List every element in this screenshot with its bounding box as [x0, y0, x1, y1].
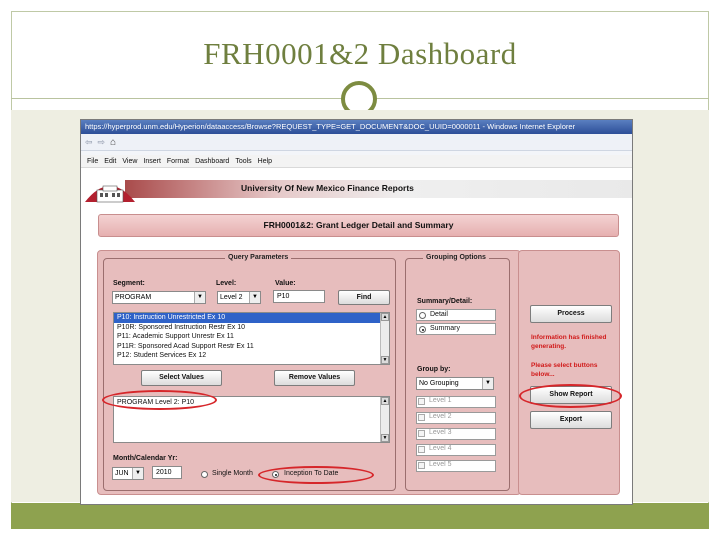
grouping-options-legend: Grouping Options — [423, 254, 489, 261]
level-3-label: Level 3 — [429, 429, 452, 436]
browser-navbar: ⇦ ⇨ ⌂ — [81, 134, 632, 151]
list-item[interactable]: P10R: Sponsored Instruction Restr Ex 10 — [114, 323, 389, 333]
grouping-options-group: Grouping Options — [405, 254, 510, 491]
group-by-label: Group by: — [417, 366, 451, 373]
level-2-checkbox[interactable] — [418, 414, 425, 421]
menu-view[interactable]: View — [122, 155, 137, 167]
find-button[interactable]: Find — [338, 290, 390, 305]
chevron-down-icon: ▼ — [482, 378, 493, 389]
slide-title: FRH0001&2 Dashboard — [203, 36, 517, 71]
level-1-option[interactable] — [416, 396, 496, 408]
single-month-label: Single Month — [212, 470, 253, 477]
level-4-option[interactable] — [416, 444, 496, 456]
values-listbox[interactable]: P10: Instruction Unrestricted Ex 10 P10R… — [113, 312, 390, 365]
unm-logo-icon — [85, 185, 135, 203]
listbox-scrollbar[interactable]: ▲ ▼ — [380, 313, 389, 364]
bottom-accent-bar — [11, 503, 709, 529]
annotation-oval-inception — [258, 466, 374, 484]
month-label: Month/Calendar Yr: — [113, 455, 178, 462]
scroll-down-icon[interactable]: ▼ — [381, 434, 389, 442]
level-4-label: Level 4 — [429, 445, 452, 452]
summary-detail-label: Summary/Detail: — [417, 298, 473, 305]
segment-label: Segment: — [113, 280, 145, 287]
level-5-checkbox[interactable] — [418, 462, 425, 469]
scroll-up-icon[interactable]: ▲ — [381, 397, 389, 405]
segment-value: PROGRAM — [115, 294, 152, 301]
annotation-oval-selected-value — [102, 390, 217, 410]
menu-bar: File Edit View Insert Format Dashboard T… — [81, 155, 632, 168]
menu-dashboard[interactable]: Dashboard — [195, 155, 229, 167]
chevron-down-icon: ▼ — [249, 292, 260, 303]
scroll-up-icon[interactable]: ▲ — [381, 313, 389, 321]
process-button[interactable]: Process — [530, 305, 612, 323]
annotation-oval-show-report — [519, 384, 622, 408]
menu-format[interactable]: Format — [167, 155, 189, 167]
level-4-checkbox[interactable] — [418, 446, 425, 453]
list-item[interactable]: P10: Instruction Unrestricted Ex 10 — [114, 313, 389, 323]
menu-edit[interactable]: Edit — [104, 155, 116, 167]
status-message-generated: Information has finished generating. — [531, 334, 607, 350]
forward-icon[interactable]: ⇨ — [98, 137, 106, 148]
menu-insert[interactable]: Insert — [143, 155, 161, 167]
detail-radio[interactable] — [419, 312, 426, 319]
chevron-down-icon: ▼ — [194, 292, 205, 303]
browser-titlebar: https://hyperprod.unm.edu/Hyperion/dataa… — [81, 120, 632, 134]
detail-label: Detail — [430, 311, 448, 318]
list-item[interactable]: P11R: Sponsored Acad Support Restr Ex 11 — [114, 342, 389, 352]
banner-title: University Of New Mexico Finance Reports — [241, 183, 414, 193]
menu-tools[interactable]: Tools — [235, 155, 251, 167]
value-input[interactable]: P10 — [273, 290, 325, 303]
query-parameters-legend: Query Parameters — [225, 254, 292, 261]
summary-label: Summary — [430, 325, 460, 332]
remove-values-button[interactable]: Remove Values — [274, 370, 355, 386]
year-input[interactable]: 2010 — [152, 466, 182, 479]
selected-values-scrollbar[interactable]: ▲ ▼ — [380, 397, 389, 442]
level-3-option[interactable] — [416, 428, 496, 440]
level-2-label: Level 2 — [429, 413, 452, 420]
detail-option[interactable] — [416, 309, 496, 321]
level-value: Level 2 — [220, 294, 243, 301]
menu-help[interactable]: Help — [258, 155, 272, 167]
status-message-select: Please select buttons below... — [531, 362, 598, 378]
level-label: Level: — [216, 280, 237, 287]
value-label: Value: — [275, 280, 296, 287]
back-icon[interactable]: ⇦ — [85, 137, 93, 148]
scroll-down-icon[interactable]: ▼ — [381, 356, 389, 364]
segment-select[interactable]: PROGRAM ▼ — [112, 291, 206, 304]
group-by-select[interactable]: No Grouping ▼ — [416, 377, 494, 390]
summary-radio[interactable] — [419, 326, 426, 333]
level-3-checkbox[interactable] — [418, 430, 425, 437]
group-by-value: No Grouping — [419, 380, 459, 387]
level-1-checkbox[interactable] — [418, 398, 425, 405]
single-month-radio[interactable] — [201, 471, 208, 478]
level-5-option[interactable] — [416, 460, 496, 472]
menu-file[interactable]: File — [87, 155, 98, 167]
level-select[interactable]: Level 2 ▼ — [217, 291, 261, 304]
month-select[interactable]: JUN ▼ — [112, 467, 144, 480]
report-title-bar: FRH0001&2: Grant Ledger Detail and Summa… — [98, 214, 619, 237]
level-2-option[interactable] — [416, 412, 496, 424]
home-icon[interactable]: ⌂ — [110, 137, 116, 148]
level-5-label: Level 5 — [429, 461, 452, 468]
chevron-down-icon: ▼ — [132, 468, 143, 479]
list-item[interactable]: P12: Student Services Ex 12 — [114, 351, 389, 361]
unm-banner: University Of New Mexico Finance Reports — [81, 168, 632, 204]
list-item[interactable]: P11: Academic Support Unrestr Ex 11 — [114, 332, 389, 342]
export-button[interactable]: Export — [530, 411, 612, 429]
select-values-button[interactable]: Select Values — [141, 370, 222, 386]
month-value: JUN — [115, 470, 129, 477]
level-1-label: Level 1 — [429, 397, 452, 404]
